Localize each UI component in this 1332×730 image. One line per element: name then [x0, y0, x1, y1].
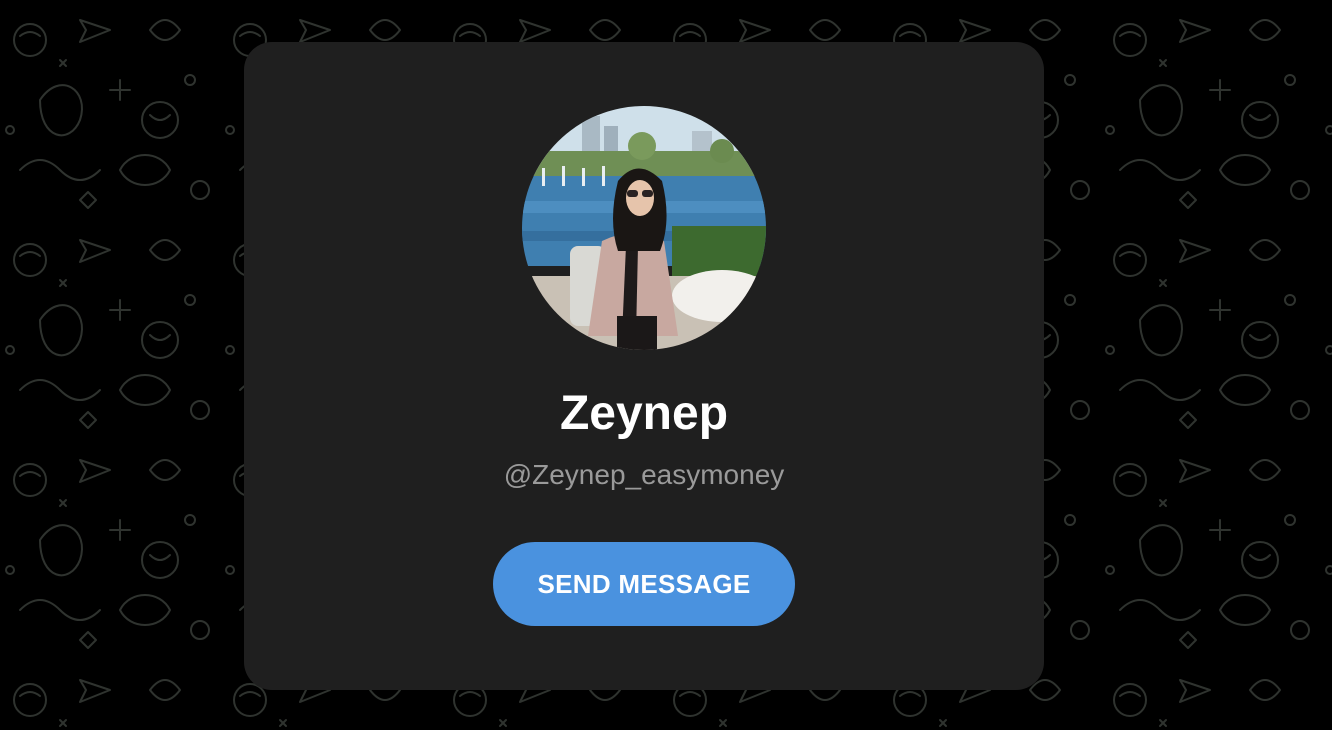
send-message-button[interactable]: SEND MESSAGE [493, 542, 795, 626]
profile-name: Zeynep [559, 387, 729, 440]
profile-avatar[interactable] [522, 106, 766, 350]
profile-photo-icon [522, 106, 766, 350]
profile-username: @Zeynep_easymoney [503, 459, 785, 490]
profile-card: Zeynep @Zeynep_easymoney SEND MESSAGE [244, 42, 1044, 690]
